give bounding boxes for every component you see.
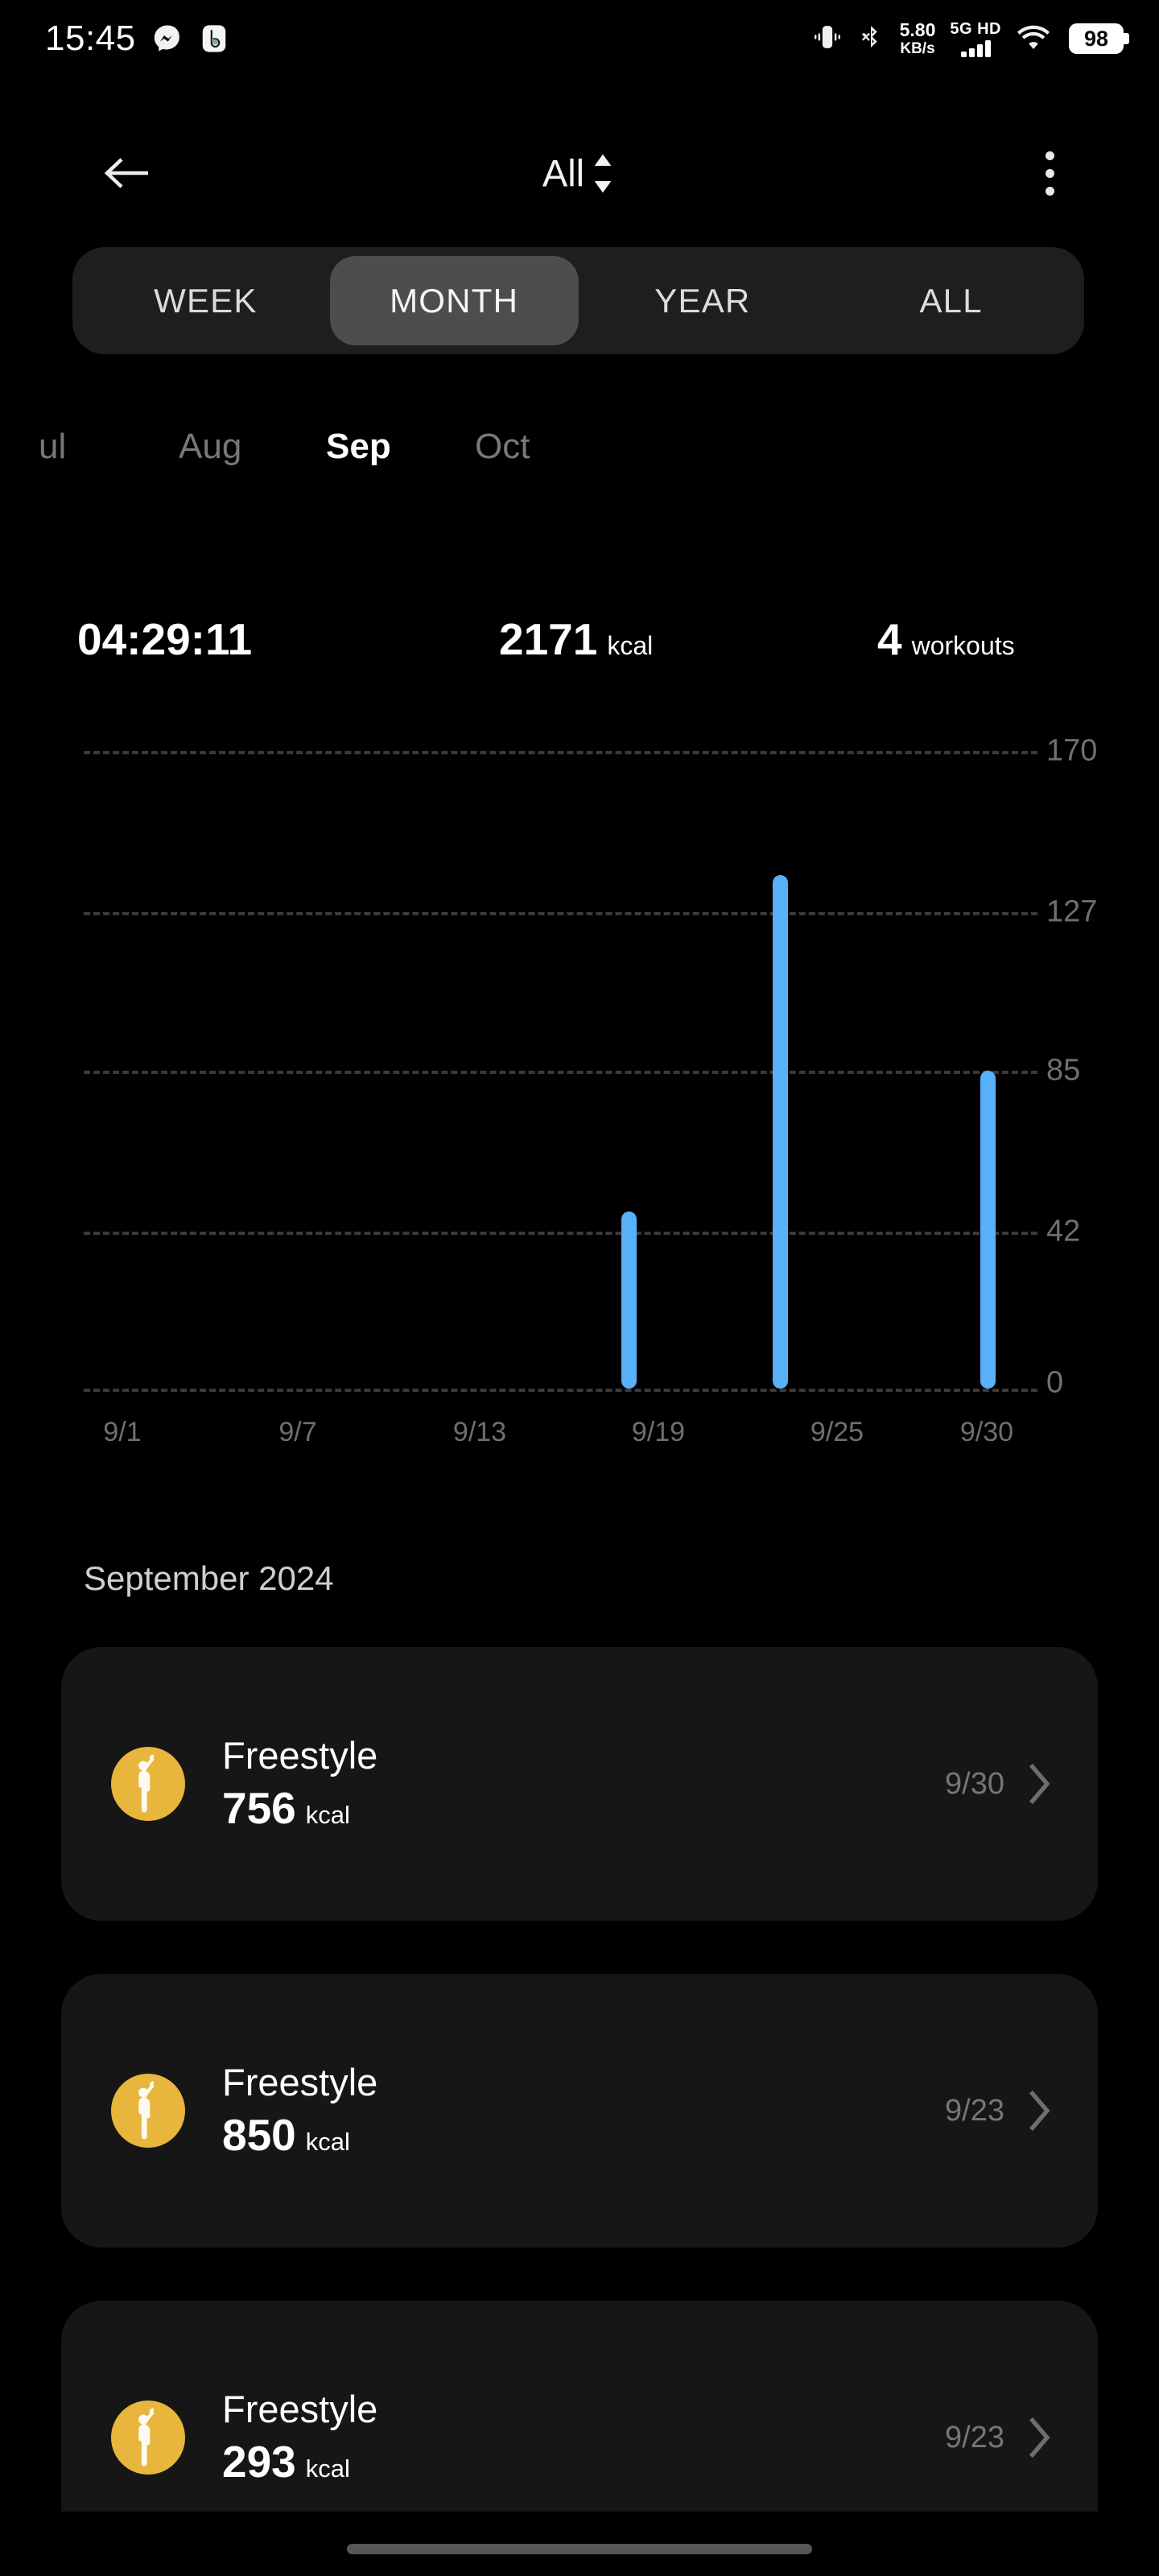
bar-9-30[interactable]	[980, 1071, 996, 1389]
overflow-dot	[1045, 186, 1054, 196]
signal-indicator: 5G HD	[950, 21, 1001, 57]
avatar	[111, 2401, 185, 2475]
month-item-oct[interactable]: Oct	[475, 427, 530, 467]
app-bar: All	[0, 129, 1159, 217]
duration-value: 04:29:11	[77, 614, 253, 664]
activity-type-selector[interactable]: All	[0, 151, 1159, 196]
x-tick-1: 9/7	[278, 1417, 317, 1447]
workout-calories: 850	[222, 2110, 296, 2161]
month-item-aug[interactable]: Aug	[179, 427, 241, 467]
y-tick-170: 170	[1046, 733, 1098, 768]
range-tab-bar: WEEK MONTH YEAR ALL	[72, 247, 1084, 354]
summary-workouts: 4 workouts	[877, 613, 1015, 665]
workout-calories: 293	[222, 2437, 296, 2487]
x-tick-4: 9/25	[810, 1417, 864, 1447]
chevron-right-icon[interactable]	[1027, 1762, 1051, 1806]
workout-calories-unit: kcal	[305, 1801, 350, 1830]
tab-year[interactable]: YEAR	[579, 256, 827, 345]
summary-duration: 04:29:11	[77, 613, 252, 665]
workout-date: 9/23	[945, 2093, 1004, 2128]
battery-indicator: 98	[1069, 23, 1129, 54]
avatar	[111, 2074, 185, 2148]
bluetooth-icon	[858, 23, 885, 55]
workout-date: 9/23	[945, 2420, 1004, 2454]
status-bar: 15:45 5.80 KB/s 5G HD 98	[0, 0, 1159, 77]
month-item-sep[interactable]: Sep	[326, 427, 391, 467]
vibrate-icon	[811, 23, 843, 55]
bar-9-23[interactable]	[773, 875, 788, 1389]
workout-calories-unit: kcal	[305, 2128, 350, 2157]
gridline-170	[84, 751, 1037, 754]
workouts-unit: workouts	[911, 631, 1015, 660]
home-indicator[interactable]	[347, 2544, 812, 2554]
x-tick-0: 9/1	[103, 1417, 142, 1447]
more-options-button[interactable]	[1021, 137, 1079, 209]
list-section-title: September 2024	[84, 1559, 334, 1597]
x-tick-3: 9/19	[631, 1417, 686, 1447]
workout-name: Freestyle	[222, 2060, 378, 2103]
calories-value: 2171	[499, 614, 598, 664]
workout-name: Freestyle	[222, 1733, 378, 1777]
y-tick-42: 42	[1046, 1214, 1081, 1249]
battery-level: 98	[1083, 26, 1109, 51]
overflow-dot	[1045, 168, 1054, 178]
gridline-85	[84, 1071, 1037, 1074]
chevron-right-icon[interactable]	[1027, 2089, 1051, 2132]
network-rate: 5.80	[899, 19, 936, 40]
bar-9-18[interactable]	[621, 1212, 637, 1389]
y-tick-127: 127	[1046, 894, 1098, 929]
calories-unit: kcal	[607, 631, 654, 660]
person-workout-icon	[138, 1754, 155, 1813]
network-speed: 5.80 KB/s	[899, 19, 936, 57]
signal-label: 5G HD	[950, 19, 1001, 38]
wifi-icon	[1016, 23, 1051, 55]
chevron-up-down-icon	[594, 154, 612, 192]
workout-calories-unit: kcal	[305, 2454, 350, 2483]
gridline-127	[84, 912, 1037, 915]
month-strip[interactable]: ul Aug Sep Oct	[0, 419, 1159, 499]
summary-calories: 2171 kcal	[499, 613, 653, 665]
avatar	[111, 1747, 185, 1821]
workout-bar-chart[interactable]: 170 127 85 42 0 9/1 9/7 9/13 9/19 9/25 9…	[0, 724, 1159, 1449]
workout-name: Freestyle	[222, 2387, 378, 2430]
tab-all[interactable]: ALL	[827, 256, 1075, 345]
messenger-icon	[152, 23, 183, 54]
list-item[interactable]: Freestyle 850 kcal 9/23	[61, 1974, 1098, 2248]
gridline-42	[84, 1232, 1037, 1235]
list-item[interactable]: Freestyle 756 kcal 9/30	[61, 1647, 1098, 1921]
gridline-0	[84, 1389, 1037, 1392]
y-tick-0: 0	[1046, 1365, 1064, 1400]
person-workout-icon	[138, 2408, 155, 2467]
tab-month[interactable]: MONTH	[329, 256, 579, 345]
app-icon	[199, 23, 229, 54]
status-bar-left: 15:45	[45, 19, 229, 59]
overflow-dot	[1045, 151, 1054, 160]
signal-bars-icon	[960, 39, 991, 57]
tab-week[interactable]: WEEK	[81, 256, 330, 345]
y-tick-85: 85	[1046, 1053, 1081, 1088]
network-unit: KB/s	[900, 40, 935, 57]
x-tick-5: 9/30	[959, 1417, 1014, 1447]
workout-date: 9/30	[945, 1766, 1004, 1801]
person-workout-icon	[138, 2081, 155, 2140]
status-clock: 15:45	[45, 19, 136, 58]
workout-calories: 756	[222, 1783, 296, 1834]
status-bar-right: 5.80 KB/s 5G HD 98	[811, 19, 1129, 57]
summary-row: 04:29:11 2171 kcal 4 workouts	[0, 613, 1159, 686]
month-item-jul[interactable]: ul	[39, 427, 66, 467]
workouts-value: 4	[877, 614, 902, 664]
page-title: All	[542, 151, 585, 195]
x-tick-2: 9/13	[452, 1417, 507, 1447]
chevron-right-icon[interactable]	[1027, 2416, 1051, 2459]
